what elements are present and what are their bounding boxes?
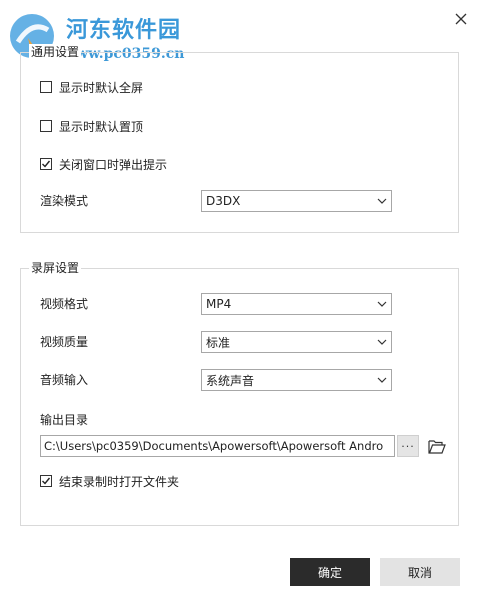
ontop-checkbox[interactable] [40, 120, 52, 132]
general-settings-title: 通用设置 [29, 44, 82, 60]
cancel-button[interactable]: 取消 [380, 558, 460, 586]
chevron-down-icon [373, 294, 391, 314]
popup-label: 关闭窗口时弹出提示 [59, 157, 168, 172]
render-mode-select[interactable]: D3DX [201, 190, 392, 212]
render-mode-value: D3DX [206, 194, 241, 208]
checkmark-icon [42, 477, 51, 485]
output-dir-label: 输出目录 [40, 413, 89, 427]
video-format-select[interactable]: MP4 [201, 293, 392, 315]
video-format-label: 视频格式 [40, 297, 89, 311]
video-format-value: MP4 [206, 297, 232, 311]
video-quality-select[interactable]: 标准 [201, 331, 392, 353]
audio-input-label: 音频输入 [40, 373, 89, 387]
chevron-down-icon [373, 191, 391, 211]
fullscreen-checkbox[interactable] [40, 81, 52, 93]
open-folder-checkbox-row[interactable]: 结束录制时打开文件夹 [40, 472, 179, 490]
render-mode-label: 渲染模式 [40, 194, 89, 208]
general-settings-group: 通用设置 显示时默认全屏 显示时默认置顶 关闭窗口时弹出提示 渲染模式 D3DX [20, 44, 459, 233]
folder-open-icon [428, 439, 446, 454]
chevron-down-icon [373, 332, 391, 352]
ok-button[interactable]: 确定 [290, 558, 370, 586]
ontop-checkbox-row[interactable]: 显示时默认置顶 [40, 117, 143, 135]
checkmark-icon [42, 160, 51, 168]
video-quality-value: 标准 [206, 335, 231, 350]
watermark-title: 河东软件园 [66, 17, 182, 43]
browse-button[interactable]: ··· [397, 435, 419, 457]
output-dir-input[interactable] [40, 435, 395, 457]
fullscreen-label: 显示时默认全屏 [59, 80, 144, 95]
audio-input-value: 系统声音 [206, 373, 255, 388]
popup-checkbox[interactable] [40, 158, 52, 170]
fullscreen-checkbox-row[interactable]: 显示时默认全屏 [40, 78, 143, 96]
video-quality-label: 视频质量 [40, 335, 89, 349]
close-button[interactable] [448, 6, 474, 32]
record-settings-title: 录屏设置 [29, 260, 82, 276]
open-folder-label: 结束录制时打开文件夹 [59, 474, 180, 489]
chevron-down-icon [373, 370, 391, 390]
close-icon [455, 13, 467, 25]
open-folder-checkbox[interactable] [40, 475, 52, 487]
popup-checkbox-row[interactable]: 关闭窗口时弹出提示 [40, 155, 167, 173]
open-folder-button[interactable] [425, 435, 449, 457]
ontop-label: 显示时默认置顶 [59, 119, 144, 134]
record-settings-group: 录屏设置 视频格式 MP4 视频质量 标准 音频输入 系统声音 输出目录 ··· [20, 260, 459, 526]
audio-input-select[interactable]: 系统声音 [201, 369, 392, 391]
